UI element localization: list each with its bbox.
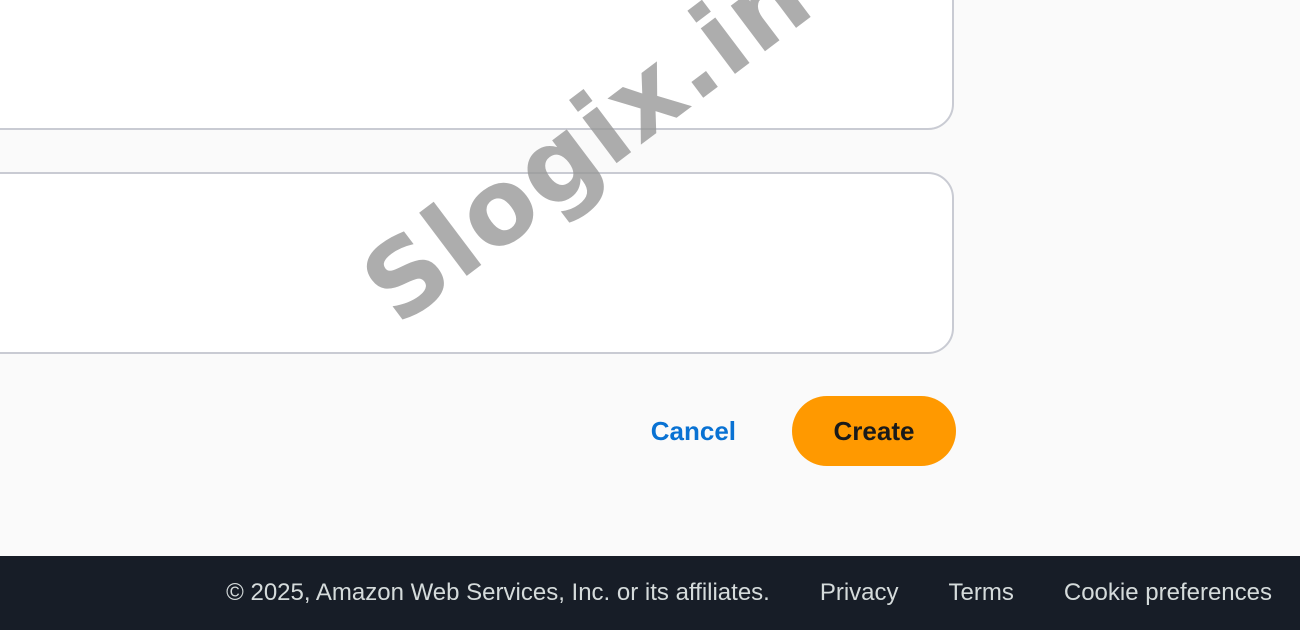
cookie-preferences-link[interactable]: Cookie preferences — [1064, 579, 1272, 607]
terms-link[interactable]: Terms — [949, 579, 1014, 607]
copyright-text: © 2025, Amazon Web Services, Inc. or its… — [226, 579, 770, 606]
create-button[interactable]: Create — [792, 396, 956, 466]
footer: © 2025, Amazon Web Services, Inc. or its… — [0, 556, 1300, 630]
form-panel-top — [0, 0, 954, 130]
cancel-button[interactable]: Cancel — [651, 416, 736, 447]
form-actions: Cancel Create — [651, 396, 956, 466]
privacy-link[interactable]: Privacy — [820, 579, 899, 607]
page: Cancel Create Slogix.in © 2025, Amazon W… — [0, 0, 1300, 630]
form-panel-bottom — [0, 172, 954, 354]
